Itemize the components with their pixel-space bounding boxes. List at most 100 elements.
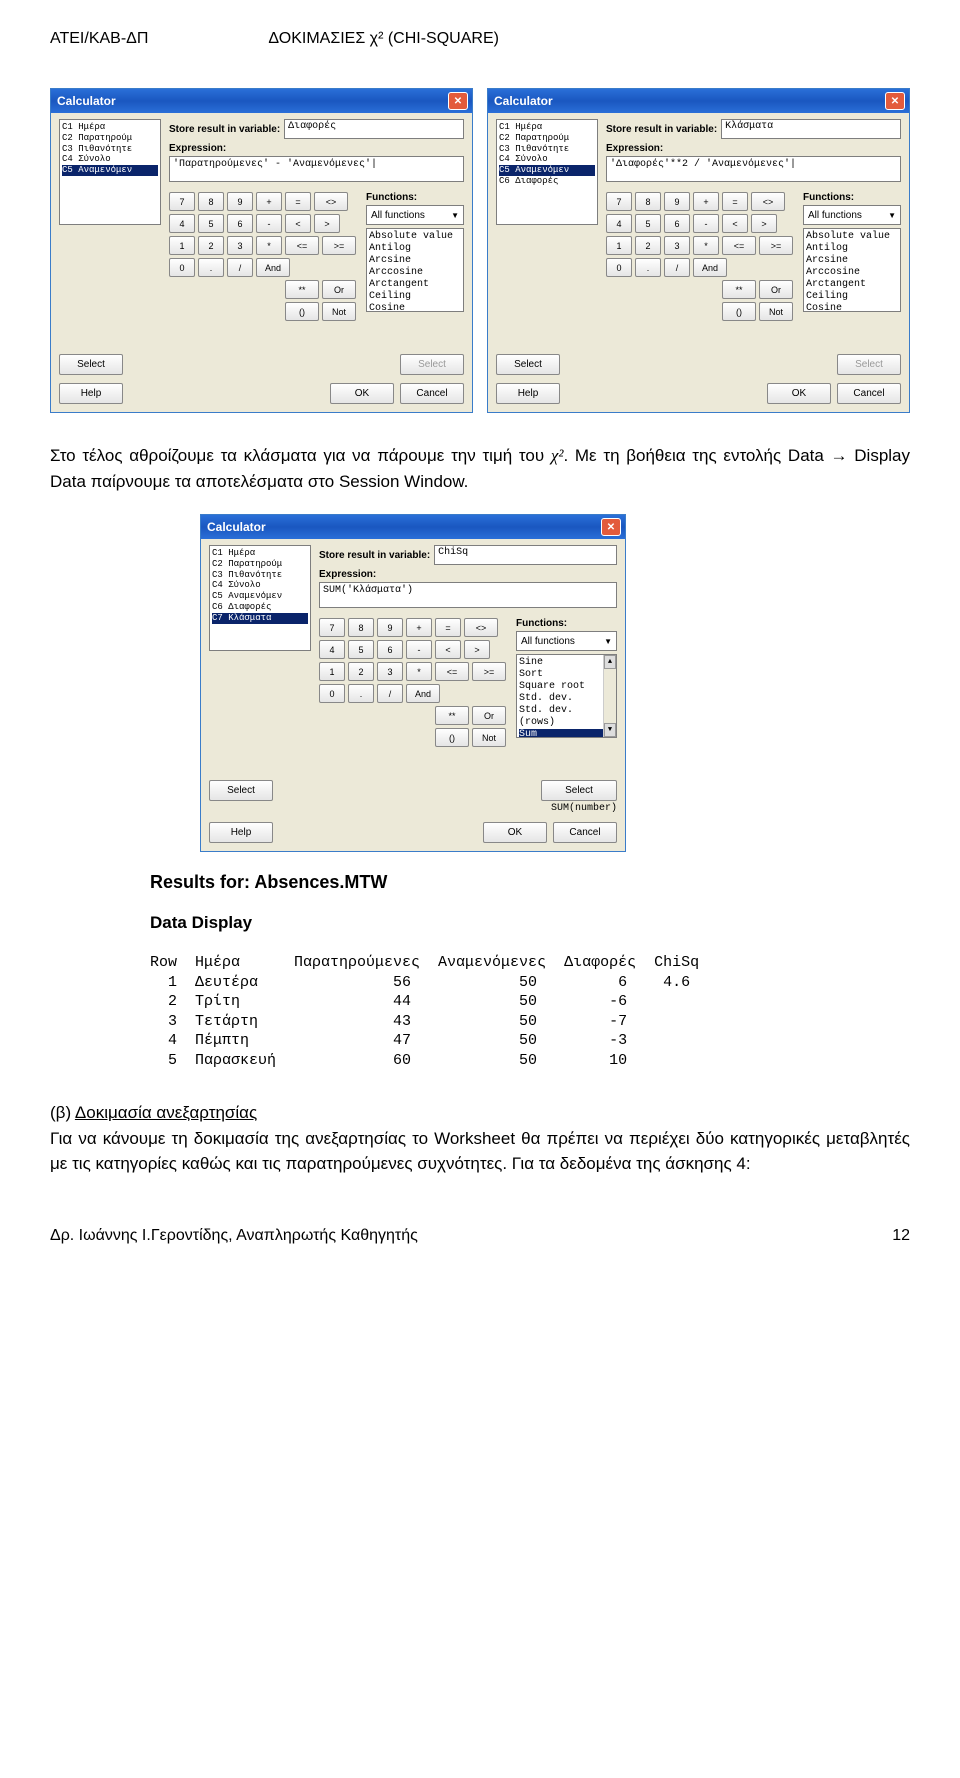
keypad-key[interactable]: 8 [635, 192, 661, 211]
close-icon[interactable]: ✕ [448, 92, 468, 110]
keypad-key[interactable]: <= [722, 236, 756, 255]
variable-item[interactable]: C2 Παρατηρούμ [62, 133, 158, 144]
close-icon[interactable]: ✕ [885, 92, 905, 110]
keypad-key[interactable]: 4 [606, 214, 632, 233]
keypad-key[interactable]: 1 [319, 662, 345, 681]
keypad-key[interactable]: . [348, 684, 374, 703]
function-item[interactable]: Cosine [806, 303, 898, 312]
keypad-key[interactable]: > [464, 640, 490, 659]
store-input[interactable]: Κλάσματα [721, 119, 901, 139]
scroll-up-icon[interactable]: ▲ [604, 655, 616, 669]
keypad-key[interactable]: - [406, 640, 432, 659]
keypad-key[interactable]: 0 [319, 684, 345, 703]
keypad-key[interactable]: < [722, 214, 748, 233]
function-item[interactable]: Absolute value [806, 231, 898, 243]
keypad-key[interactable]: 1 [606, 236, 632, 255]
keypad-key[interactable]: () [435, 728, 469, 747]
functions-dropdown[interactable]: All functions ▼ [516, 631, 617, 651]
select-button[interactable]: Select [209, 780, 273, 801]
expression-input[interactable]: SUM('Κλάσματα') [319, 582, 617, 608]
keypad-key[interactable]: 6 [664, 214, 690, 233]
keypad-key[interactable]: * [256, 236, 282, 255]
keypad-key[interactable]: And [406, 684, 440, 703]
keypad-key[interactable]: >= [322, 236, 356, 255]
keypad-key[interactable]: 3 [377, 662, 403, 681]
keypad-key[interactable]: <= [285, 236, 319, 255]
variable-item[interactable]: C6 Διαφορές [212, 602, 308, 613]
keypad-key[interactable]: 5 [198, 214, 224, 233]
function-item[interactable]: Sine [519, 657, 614, 669]
keypad-key[interactable]: 2 [198, 236, 224, 255]
expression-input[interactable]: 'Παρατηρούμενες' - 'Αναμενόμενες'| [169, 156, 464, 182]
keypad-key[interactable]: 9 [377, 618, 403, 637]
function-item[interactable]: Sum [519, 729, 614, 738]
variable-list[interactable]: C1 ΗμέραC2 ΠαρατηρούμC3 ΠιθανότητεC4 Σύν… [59, 119, 161, 225]
select-function-button[interactable]: Select [541, 780, 617, 801]
variable-item[interactable]: C7 Κλάσματα [212, 613, 308, 624]
variable-item[interactable]: C3 Πιθανότητε [499, 144, 595, 155]
keypad-key[interactable]: * [693, 236, 719, 255]
help-button[interactable]: Help [496, 383, 560, 404]
function-item[interactable]: Arcsine [806, 255, 898, 267]
keypad-key[interactable]: 0 [606, 258, 632, 277]
keypad-key[interactable]: 7 [319, 618, 345, 637]
function-item[interactable]: Antilog [806, 243, 898, 255]
keypad-key[interactable]: 1 [169, 236, 195, 255]
keypad-key[interactable]: 8 [348, 618, 374, 637]
keypad-key[interactable]: 7 [169, 192, 195, 211]
help-button[interactable]: Help [59, 383, 123, 404]
functions-list[interactable]: Absolute valueAntilogArcsineArccosineArc… [803, 228, 901, 312]
keypad-key[interactable]: = [722, 192, 748, 211]
keypad-key[interactable]: 4 [319, 640, 345, 659]
keypad-key[interactable]: 9 [227, 192, 253, 211]
keypad-key[interactable]: > [751, 214, 777, 233]
keypad-key[interactable]: 6 [227, 214, 253, 233]
function-item[interactable]: Absolute value [369, 231, 461, 243]
keypad-key[interactable]: . [198, 258, 224, 277]
keypad-key[interactable]: 5 [348, 640, 374, 659]
variable-item[interactable]: C5 Αναμενόμεν [212, 591, 308, 602]
keypad-key[interactable]: < [285, 214, 311, 233]
variable-item[interactable]: C6 Διαφορές [499, 176, 595, 187]
keypad-key[interactable]: Or [322, 280, 356, 299]
close-icon[interactable]: ✕ [601, 518, 621, 536]
function-item[interactable]: Ceiling [369, 291, 461, 303]
variable-item[interactable]: C3 Πιθανότητε [62, 144, 158, 155]
keypad-key[interactable]: 2 [348, 662, 374, 681]
keypad-key[interactable]: >= [472, 662, 506, 681]
keypad-key[interactable]: <> [314, 192, 348, 211]
keypad-key[interactable]: / [377, 684, 403, 703]
variable-item[interactable]: C4 Σύνολο [62, 154, 158, 165]
scrollbar[interactable]: ▲ ▼ [603, 655, 616, 737]
keypad-key[interactable]: 3 [227, 236, 253, 255]
keypad-key[interactable]: < [435, 640, 461, 659]
keypad-key[interactable]: 8 [198, 192, 224, 211]
keypad-key[interactable]: () [285, 302, 319, 321]
select-button[interactable]: Select [496, 354, 560, 375]
keypad-key[interactable]: ** [722, 280, 756, 299]
expression-input[interactable]: 'Διαφορές'**2 / 'Αναμενόμενες'| [606, 156, 901, 182]
store-input[interactable]: ChiSq [434, 545, 617, 565]
function-item[interactable]: Antilog [369, 243, 461, 255]
function-item[interactable]: Sort [519, 669, 614, 681]
ok-button[interactable]: OK [330, 383, 394, 404]
variable-list[interactable]: C1 ΗμέραC2 ΠαρατηρούμC3 ΠιθανότητεC4 Σύν… [209, 545, 311, 651]
keypad-key[interactable]: 0 [169, 258, 195, 277]
keypad-key[interactable]: = [435, 618, 461, 637]
keypad-key[interactable]: And [693, 258, 727, 277]
keypad-key[interactable]: 9 [664, 192, 690, 211]
keypad-key[interactable]: - [693, 214, 719, 233]
function-item[interactable]: Arcsine [369, 255, 461, 267]
functions-list[interactable]: Absolute valueAntilogArcsineArccosineArc… [366, 228, 464, 312]
function-item[interactable]: Std. dev. [519, 693, 614, 705]
keypad-key[interactable]: / [227, 258, 253, 277]
function-item[interactable]: Arccosine [806, 267, 898, 279]
keypad-key[interactable]: And [256, 258, 290, 277]
keypad-key[interactable]: Not [472, 728, 506, 747]
variable-item[interactable]: C1 Ημέρα [499, 122, 595, 133]
select-button[interactable]: Select [59, 354, 123, 375]
keypad-key[interactable]: <> [464, 618, 498, 637]
cancel-button[interactable]: Cancel [400, 383, 464, 404]
function-item[interactable]: Cosine [369, 303, 461, 312]
scroll-down-icon[interactable]: ▼ [604, 723, 616, 737]
